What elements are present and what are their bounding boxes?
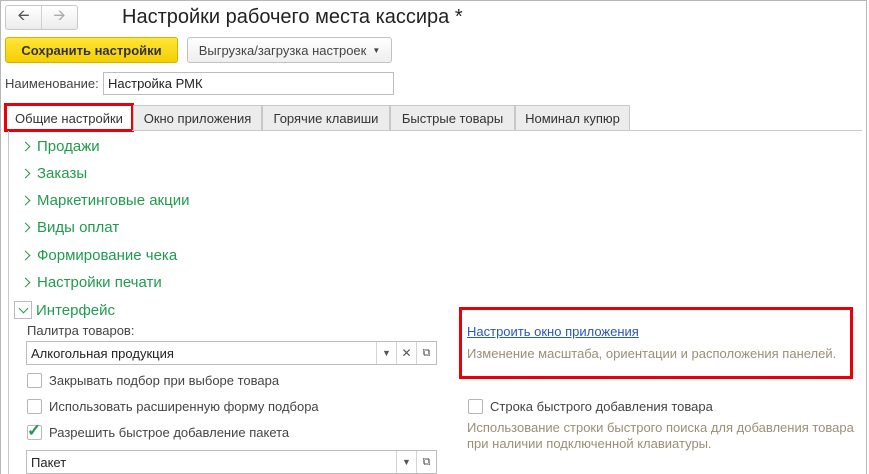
section-orders[interactable]: Заказы: [20, 165, 88, 182]
open-icon[interactable]: ⧉: [416, 342, 436, 364]
section-label: Настройки печати: [37, 274, 162, 291]
section-label: Формирование чека: [37, 247, 178, 264]
quick-package-checkbox[interactable]: ✓ Разрешить быстрое добавление пакета: [27, 421, 290, 440]
section-label: Маркетинговые акции: [37, 192, 190, 209]
section-promotions[interactable]: Маркетинговые акции: [20, 192, 190, 209]
section-label: Заказы: [37, 165, 88, 182]
configure-window-link[interactable]: Настроить окно приложения: [467, 324, 639, 339]
clear-icon[interactable]: ✕: [396, 342, 416, 364]
save-settings-button[interactable]: Сохранить настройки: [5, 37, 178, 63]
section-receipt[interactable]: Формирование чека: [20, 247, 178, 264]
section-payment-types[interactable]: Виды оплат: [20, 219, 120, 236]
chevron-right-icon: [20, 141, 31, 152]
checkbox-label: Закрывать подбор при выборе товара: [49, 373, 280, 388]
palette-label: Палитра товаров:: [27, 323, 135, 338]
open-icon[interactable]: ⧉: [416, 451, 436, 473]
chevron-right-icon: [20, 277, 31, 288]
nav-buttons: 🡨 🡪: [5, 5, 78, 30]
checkbox-icon: [468, 399, 483, 414]
quick-add-hint-1: Использование строки быстрого поиска для…: [467, 420, 854, 435]
tab-quick-goods[interactable]: Быстрые товары: [390, 105, 515, 130]
section-print-settings[interactable]: Настройки печати: [20, 274, 162, 291]
chevron-right-icon: [20, 195, 31, 206]
export-import-button[interactable]: Выгрузка/загрузка настроек ▼: [187, 37, 392, 63]
checkmark-icon: ✓: [27, 421, 42, 440]
chevron-down-icon: [14, 301, 32, 319]
back-arrow-icon[interactable]: 🡨: [6, 6, 41, 29]
tab-denominations[interactable]: Номинал купюр: [515, 105, 630, 130]
tab-app-window[interactable]: Окно приложения: [133, 105, 262, 130]
palette-select[interactable]: Алкогольная продукция ▼ ✕ ⧉: [26, 341, 437, 365]
section-label: Интерфейс: [36, 301, 116, 319]
chevron-right-icon: [20, 168, 31, 179]
section-sales[interactable]: Продажи: [20, 138, 100, 155]
name-label: Наименование:: [5, 76, 99, 91]
checkbox-label: Использовать расширенную форму подбора: [49, 399, 319, 414]
window-hint: Изменение масштаба, ориентации и располо…: [467, 346, 837, 361]
close-pick-checkbox[interactable]: Закрывать подбор при выборе товара: [27, 373, 279, 388]
package-select[interactable]: Пакет ▼ ⧉: [26, 450, 437, 474]
section-label: Продажи: [37, 138, 100, 155]
dropdown-arrow-icon[interactable]: ▼: [396, 451, 416, 473]
checkbox-label: Разрешить быстрое добавление пакета: [49, 425, 290, 440]
checkbox-icon: [27, 373, 42, 388]
tab-general[interactable]: Общие настройки: [4, 103, 134, 132]
export-import-label: Выгрузка/загрузка настроек: [198, 42, 367, 58]
chevron-right-icon: [20, 250, 31, 261]
palette-value: Алкогольная продукция: [31, 345, 174, 361]
dropdown-arrow-icon: ▼: [372, 45, 381, 55]
checkbox-icon: [27, 399, 42, 414]
dropdown-arrow-icon[interactable]: ▼: [376, 342, 396, 364]
content-border: [8, 131, 9, 474]
checkbox-label: Строка быстрого добавления товара: [490, 399, 713, 414]
highlight-box: [459, 307, 853, 379]
tab-hotkeys[interactable]: Горячие клавиши: [262, 105, 390, 130]
quick-add-row-checkbox[interactable]: Строка быстрого добавления товара: [468, 399, 713, 414]
name-input[interactable]: Настройка РМК: [103, 72, 394, 95]
section-interface[interactable]: Интерфейс: [14, 301, 115, 319]
forward-arrow-icon[interactable]: 🡪: [41, 6, 77, 29]
section-label: Виды оплат: [37, 219, 120, 236]
quick-add-hint-2: при наличии подключенной клавиатуры.: [467, 436, 712, 451]
tab-divider: [132, 130, 862, 131]
extended-pick-checkbox[interactable]: Использовать расширенную форму подбора: [27, 399, 319, 414]
chevron-right-icon: [20, 222, 31, 233]
package-value: Пакет: [31, 454, 67, 470]
page-title: Настройки рабочего места кассира *: [122, 6, 463, 28]
